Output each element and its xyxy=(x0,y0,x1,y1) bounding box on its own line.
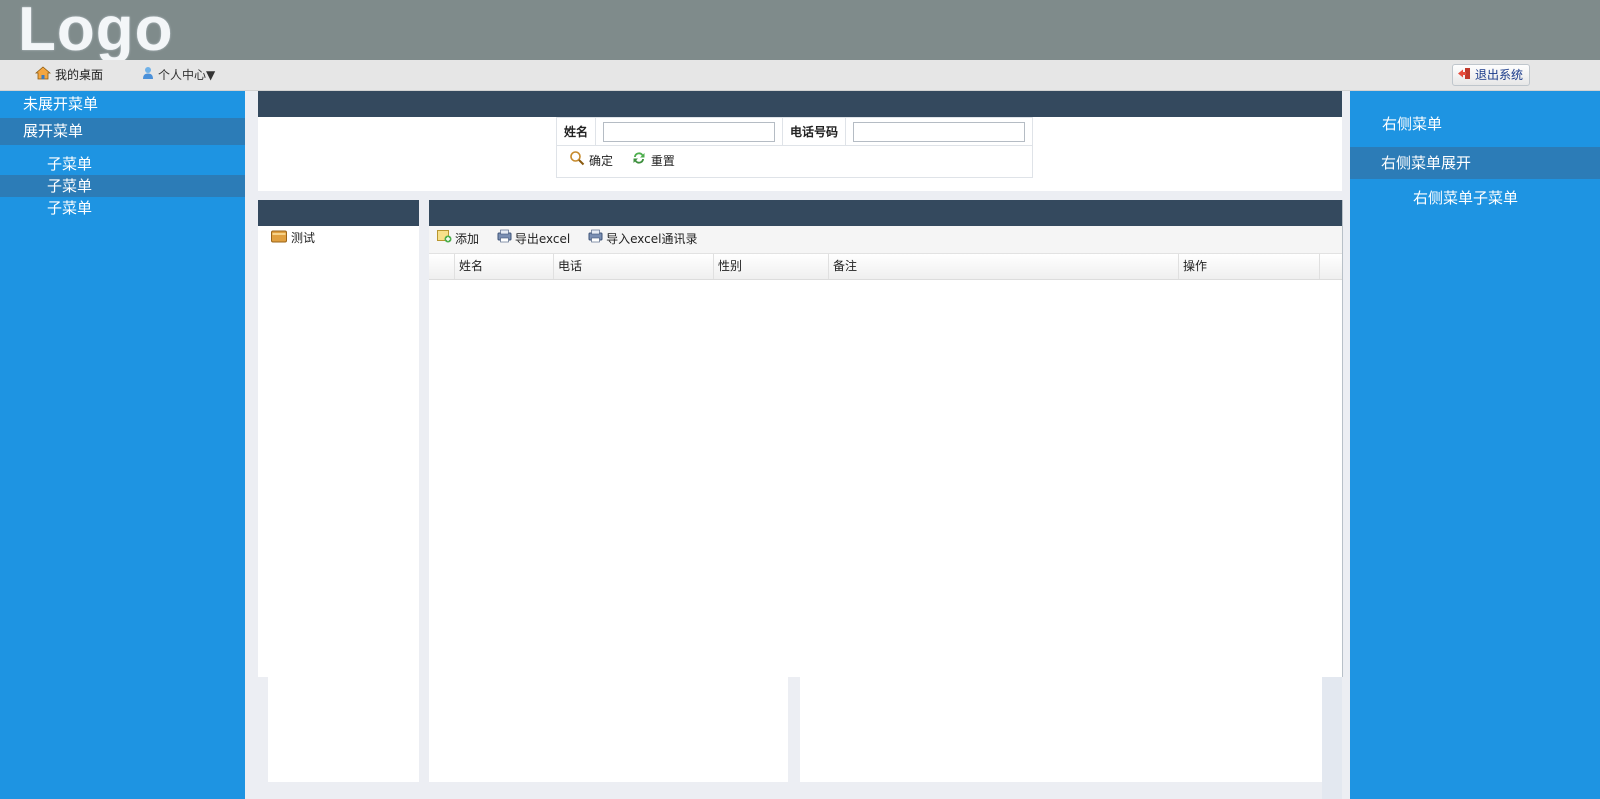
my-desktop-label: 我的桌面 xyxy=(55,68,104,82)
export-excel-button[interactable]: 导出excel xyxy=(497,226,570,253)
column-header-remark[interactable]: 备注 xyxy=(829,254,1179,279)
column-header-name[interactable]: 姓名 xyxy=(455,254,554,279)
personal-center-menu[interactable]: 个人中心▼ xyxy=(142,60,215,90)
magnifier-icon xyxy=(569,147,585,177)
right-menu-item-expanded[interactable]: 右侧菜单展开 xyxy=(1350,147,1600,179)
tree-panel: 测试 xyxy=(258,200,419,677)
right-menu-item[interactable]: 右侧菜单 xyxy=(1350,107,1600,141)
phone-label: 电话号码 xyxy=(782,117,847,146)
column-header-actions[interactable]: 操作 xyxy=(1179,254,1320,279)
import-excel-button[interactable]: 导入excel通讯录 xyxy=(588,226,697,253)
confirm-label: 确定 xyxy=(589,154,614,169)
menu-item-collapsed[interactable]: 未展开菜单 xyxy=(0,91,245,118)
column-header-gender[interactable]: 性别 xyxy=(714,254,829,279)
logout-icon xyxy=(1457,66,1471,86)
logo: Logo xyxy=(18,0,174,64)
refresh-icon xyxy=(631,147,647,177)
name-label: 姓名 xyxy=(555,117,597,146)
user-icon xyxy=(142,61,154,91)
search-panel: 姓名 电话号码 确定 重置 xyxy=(258,91,1342,191)
bottom-panel xyxy=(429,677,788,782)
submenu-item-active[interactable]: 子菜单 xyxy=(0,175,245,197)
add-label: 添加 xyxy=(455,232,480,246)
tree-node-label: 测试 xyxy=(291,231,316,245)
folder-icon xyxy=(271,229,287,249)
grid-checkbox-column xyxy=(429,254,455,279)
left-sidebar: 未展开菜单 展开菜单 子菜单 子菜单 子菜单 xyxy=(0,91,245,799)
add-icon xyxy=(437,226,452,253)
grid-panel: 添加 导出excel 导入excel通讯录 姓名 电话 性别 备注 操作 xyxy=(429,200,1343,677)
my-desktop-link[interactable]: 我的桌面 xyxy=(34,60,104,91)
menu-item-expanded[interactable]: 展开菜单 xyxy=(0,118,245,145)
submenu-list: 子菜单 子菜单 子菜单 xyxy=(0,153,245,219)
bottom-panel xyxy=(268,677,419,782)
tree-node-test[interactable]: 测试 xyxy=(271,228,315,248)
add-button[interactable]: 添加 xyxy=(437,226,479,253)
column-header-phone[interactable]: 电话 xyxy=(554,254,714,279)
right-submenu-item[interactable]: 右侧菜单子菜单 xyxy=(1350,179,1600,217)
reset-button[interactable]: 重置 xyxy=(631,146,675,177)
search-form: 姓名 电话号码 确定 重置 xyxy=(555,117,1034,178)
grid-toolbar: 添加 导出excel 导入excel通讯录 xyxy=(429,226,1342,254)
phone-input[interactable] xyxy=(853,121,1026,142)
home-icon xyxy=(34,61,52,91)
reset-label: 重置 xyxy=(650,154,675,169)
logout-button[interactable]: 退出系统 xyxy=(1452,64,1531,86)
personal-center-label: 个人中心▼ xyxy=(158,68,216,82)
right-sidebar: 右侧菜单 右侧菜单展开 右侧菜单子菜单 xyxy=(1350,91,1600,799)
export-excel-label: 导出excel xyxy=(514,232,571,246)
logout-label: 退出系统 xyxy=(1475,68,1524,82)
header-bar: Logo xyxy=(0,0,1600,64)
printer-icon xyxy=(497,226,512,253)
submenu-item[interactable]: 子菜单 xyxy=(0,153,245,175)
name-input[interactable] xyxy=(603,121,776,142)
bottom-panel xyxy=(1322,677,1342,799)
printer-icon xyxy=(588,226,603,253)
top-navbar: 我的桌面 个人中心▼ 退出系统 xyxy=(0,60,1600,91)
tree-panel-header xyxy=(258,200,419,226)
bottom-panel xyxy=(800,677,1322,782)
search-panel-header xyxy=(258,91,1342,117)
grid-header-row: 姓名 电话 性别 备注 操作 xyxy=(429,254,1342,280)
import-excel-label: 导入excel通讯录 xyxy=(606,232,698,246)
grid-panel-header xyxy=(429,200,1342,226)
submenu-item[interactable]: 子菜单 xyxy=(0,197,245,219)
confirm-button[interactable]: 确定 xyxy=(569,146,613,177)
grid-header-filler xyxy=(1320,254,1342,279)
